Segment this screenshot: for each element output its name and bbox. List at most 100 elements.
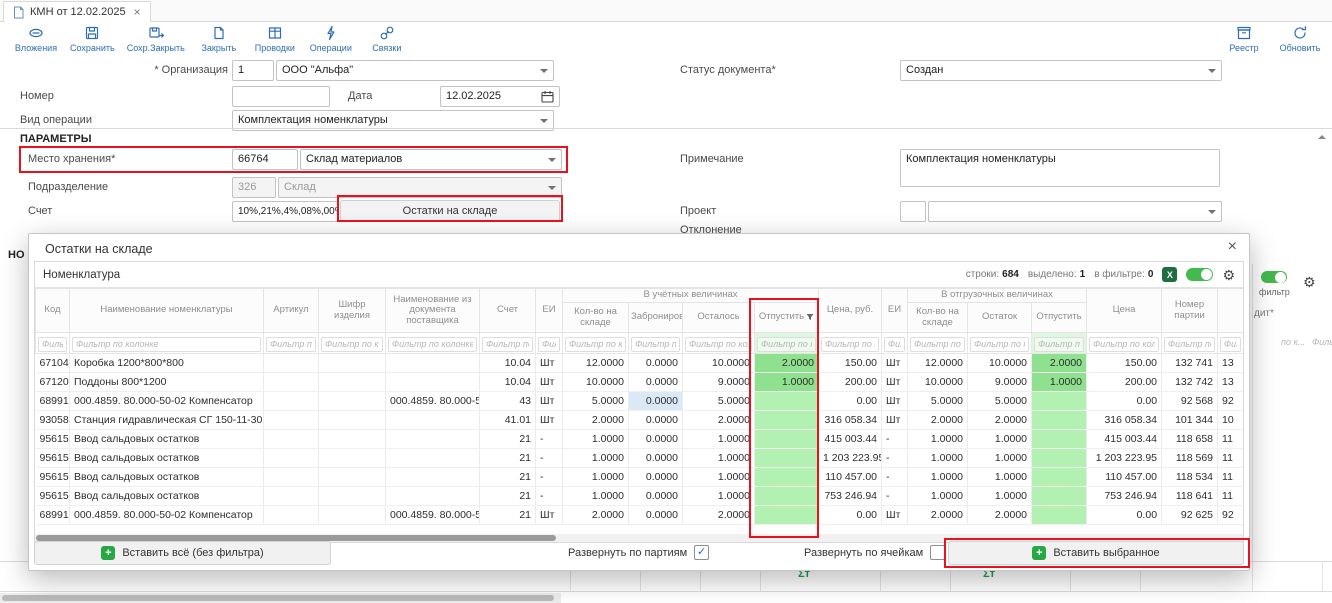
stock-cell[interactable]: 2.0000 xyxy=(563,506,629,525)
stock-cell[interactable]: 95615 xyxy=(36,468,70,487)
stock-cell[interactable]: 316 058.34 xyxy=(819,411,882,430)
stock-cell[interactable]: - xyxy=(536,449,563,468)
stock-cell[interactable] xyxy=(755,506,819,525)
organization-code-input[interactable]: 1 xyxy=(232,60,274,81)
stock-cell[interactable]: 1.0000 xyxy=(968,468,1032,487)
stock-cell[interactable]: 101 344 xyxy=(1162,411,1218,430)
stock-cell[interactable]: 68991 xyxy=(36,506,70,525)
stock-cell[interactable]: 1 203 223.95 xyxy=(819,449,882,468)
stock-cell[interactable]: - xyxy=(882,487,908,506)
stock-cell[interactable]: 200.00 xyxy=(819,373,882,392)
stock-cell[interactable]: Шт xyxy=(882,354,908,373)
column-header[interactable]: Отпустить xyxy=(1032,303,1087,333)
stock-cell[interactable]: 1.0000 xyxy=(755,373,819,392)
column-header[interactable]: Наименование номенклатуры xyxy=(70,289,264,333)
stock-cell[interactable]: 95615 xyxy=(36,449,70,468)
column-filter-input[interactable] xyxy=(821,337,879,352)
note-textarea[interactable]: Комплектация номенклатуры xyxy=(900,149,1220,187)
stock-cell[interactable]: 95615 xyxy=(36,430,70,449)
column-filter-input[interactable] xyxy=(1220,337,1241,352)
stock-cell[interactable]: 92 568 xyxy=(1162,392,1218,411)
stock-cell[interactable]: 5.0000 xyxy=(968,392,1032,411)
column-filter-input[interactable] xyxy=(631,337,680,352)
stock-cell[interactable]: 0.00 xyxy=(819,506,882,525)
stock-cell[interactable] xyxy=(319,430,386,449)
collapse-section-icon[interactable] xyxy=(1318,135,1326,139)
stock-cell[interactable]: 000.4859. 80.000-50... xyxy=(386,506,480,525)
stock-cell[interactable] xyxy=(755,468,819,487)
stock-cell[interactable] xyxy=(264,468,319,487)
stock-cell[interactable]: 2.0000 xyxy=(968,506,1032,525)
stock-cell[interactable] xyxy=(1032,487,1087,506)
column-filter-input[interactable] xyxy=(685,337,752,352)
stock-cell[interactable]: 10.04 xyxy=(480,354,536,373)
stock-cell[interactable] xyxy=(1032,392,1087,411)
stock-cell[interactable]: 1.0000 xyxy=(563,487,629,506)
stock-cell[interactable]: 110 457.00 xyxy=(819,468,882,487)
stock-cell[interactable] xyxy=(264,430,319,449)
stock-cell[interactable]: 21 xyxy=(480,430,536,449)
stock-cell[interactable] xyxy=(386,354,480,373)
number-input[interactable] xyxy=(232,86,330,107)
save-button[interactable]: Сохранить xyxy=(70,25,115,53)
stock-cell[interactable]: Поддоны 800*1200 xyxy=(70,373,264,392)
stock-cell[interactable] xyxy=(1032,449,1087,468)
stock-cell[interactable] xyxy=(319,468,386,487)
stock-cell[interactable]: 9.0000 xyxy=(968,373,1032,392)
stock-cell[interactable] xyxy=(755,392,819,411)
stock-cell[interactable]: 0.0000 xyxy=(629,373,683,392)
storage-code-input[interactable]: 66764 xyxy=(232,149,298,170)
stock-row[interactable]: 95615Ввод сальдовых остатков21-1.00000.0… xyxy=(36,430,1244,449)
column-filter-input[interactable] xyxy=(1034,337,1084,352)
stock-row[interactable]: 68991000.4859. 80.000-50-02 Компенсатор0… xyxy=(36,506,1244,525)
stock-cell[interactable] xyxy=(755,411,819,430)
column-header[interactable]: Кол-во на складе xyxy=(563,303,629,333)
stock-cell[interactable]: 000.4859. 80.000-50... xyxy=(386,392,480,411)
organization-select[interactable]: ООО "Альфа" xyxy=(276,60,554,81)
stock-cell[interactable]: 10.0000 xyxy=(908,373,968,392)
stock-cell[interactable]: 13 xyxy=(1218,373,1243,392)
stock-cell[interactable] xyxy=(319,373,386,392)
column-filter-input[interactable] xyxy=(388,337,477,352)
column-filter-input[interactable] xyxy=(266,337,316,352)
stock-cell[interactable] xyxy=(386,411,480,430)
page-horizontal-scrollbar[interactable] xyxy=(0,593,561,603)
stock-cell[interactable]: 0.00 xyxy=(1087,506,1162,525)
stock-cell[interactable]: 132 742 xyxy=(1162,373,1218,392)
stock-cell[interactable]: 2.0000 xyxy=(908,411,968,430)
stock-cell[interactable]: 21 xyxy=(480,487,536,506)
stock-row[interactable]: 95615Ввод сальдовых остатков21-1.00000.0… xyxy=(36,449,1244,468)
stock-cell[interactable] xyxy=(264,487,319,506)
stock-cell[interactable]: 11 xyxy=(1218,449,1243,468)
stock-cell[interactable]: 68991 xyxy=(36,392,70,411)
stock-cell[interactable]: 753 246.94 xyxy=(1087,487,1162,506)
stock-cell[interactable]: 13 xyxy=(1218,354,1243,373)
table-filter-toggle[interactable] xyxy=(1186,268,1213,281)
stock-cell[interactable] xyxy=(264,411,319,430)
stock-cell[interactable] xyxy=(319,411,386,430)
operations-button[interactable]: Операции xyxy=(309,25,353,53)
stock-cell[interactable]: 10.04 xyxy=(480,373,536,392)
stock-cell[interactable]: Ввод сальдовых остатков xyxy=(70,449,264,468)
column-header[interactable]: Шифр изделия xyxy=(319,289,386,333)
stock-row[interactable]: 67104Коробка 1200*800*80010.04Шт12.00000… xyxy=(36,354,1244,373)
stock-row[interactable]: 68991000.4859. 80.000-50-02 Компенсатор0… xyxy=(36,392,1244,411)
stock-cell[interactable] xyxy=(264,392,319,411)
stock-cell[interactable]: 1.0000 xyxy=(683,487,755,506)
stock-cell[interactable]: 1.0000 xyxy=(908,468,968,487)
stock-cell[interactable]: 118 658 xyxy=(1162,430,1218,449)
background-filter-input[interactable]: Фильтр xyxy=(1312,337,1332,347)
column-header[interactable]: Остаток xyxy=(968,303,1032,333)
stock-cell[interactable] xyxy=(319,354,386,373)
date-input[interactable]: 12.02.2025 xyxy=(440,86,560,107)
stock-cell[interactable] xyxy=(1032,468,1087,487)
background-filter-toggle[interactable] xyxy=(1261,271,1287,283)
column-header[interactable]: Код xyxy=(36,289,70,333)
column-filter-input[interactable] xyxy=(538,337,560,352)
stock-cell[interactable]: 110 457.00 xyxy=(1087,468,1162,487)
stock-balance-button[interactable]: Остатки на складе xyxy=(340,200,560,222)
stock-row[interactable]: 67120Поддоны 800*120010.04Шт10.00000.000… xyxy=(36,373,1244,392)
registry-button[interactable]: Реестр xyxy=(1222,25,1266,53)
stock-cell[interactable]: Ввод сальдовых остатков xyxy=(70,430,264,449)
stock-cell[interactable]: 67104 xyxy=(36,354,70,373)
